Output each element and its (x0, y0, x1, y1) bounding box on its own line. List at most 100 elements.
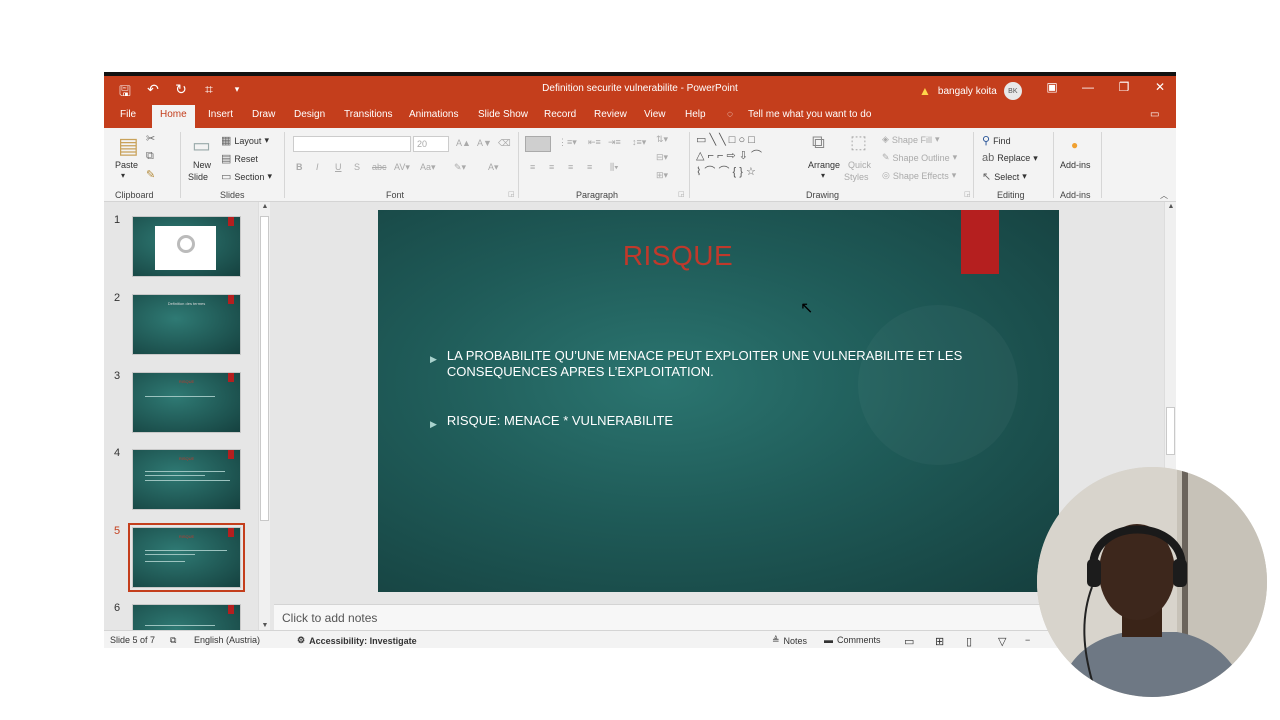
cut-icon[interactable]: ✂ (146, 132, 155, 145)
justify-icon[interactable]: ≡ (587, 162, 592, 172)
slide-thumbnail-3[interactable]: RISQUE (132, 372, 241, 433)
line-spacing-icon[interactable]: ↕≡▾ (632, 137, 646, 148)
shape-fill-button[interactable]: ◈ Shape Fill ▾ (882, 134, 939, 145)
font-dialog-launcher-icon[interactable]: ◲ (508, 190, 515, 198)
decrease-indent-icon[interactable]: ⇤≡ (588, 137, 601, 148)
slide-thumbnail-2[interactable]: Definition des termes (132, 294, 241, 355)
paragraph-dialog-launcher-icon[interactable]: ◲ (678, 190, 685, 198)
tab-draw[interactable]: Draw (252, 109, 275, 120)
accessibility-button[interactable]: ⚙ Accessibility: Investigate (297, 635, 417, 646)
addins-button[interactable]: Add-ins (1060, 160, 1091, 170)
find-button[interactable]: ⚲ Find (982, 134, 1011, 147)
new-slide-button-line2[interactable]: Slide (188, 172, 208, 182)
text-direction-icon[interactable]: ⇅▾ (656, 134, 668, 145)
arrange-button[interactable]: Arrange (808, 160, 840, 170)
arrange-dropdown-icon[interactable]: ▾ (821, 171, 825, 180)
scrollbar-thumb[interactable] (260, 216, 269, 521)
quick-styles-button[interactable]: Quick (848, 160, 871, 170)
clear-formatting-icon[interactable]: ⌫ (498, 138, 511, 149)
slide-thumbnail-4[interactable]: RISQUE (132, 449, 241, 510)
paste-dropdown-icon[interactable]: ▾ (121, 171, 125, 180)
user-account[interactable]: ▲ bangaly koita BK (919, 82, 1022, 100)
font-size-dropdown[interactable]: 20 (413, 136, 449, 152)
character-spacing-icon[interactable]: AV▾ (394, 162, 410, 173)
slide-title[interactable]: RISQUE (378, 240, 978, 272)
tab-slide-show[interactable]: Slide Show (478, 109, 528, 120)
copy-icon[interactable]: ⧉ (146, 150, 154, 163)
tab-help[interactable]: Help (685, 109, 706, 120)
select-button[interactable]: ↖ Select ▾ (982, 170, 1027, 183)
shape-effects-button[interactable]: ◎ Shape Effects ▾ (882, 170, 956, 181)
shapes-gallery[interactable]: ▭ ╲ ╲ □ ○ □ △ ⌐ ⌐ ⇨ ⇩ ⌒ ⌇ ⌒ ⌒ { } ☆ (696, 132, 803, 186)
ribbon-display-icon[interactable]: ▣ (1044, 80, 1060, 94)
zoom-out-icon[interactable]: − (1025, 635, 1030, 645)
replace-button[interactable]: ab Replace ▾ (982, 152, 1038, 164)
collapse-ribbon-icon[interactable]: ︿ (1160, 190, 1168, 201)
tell-me-search[interactable]: Tell me what you want to do (748, 109, 871, 120)
new-slide-icon[interactable]: ▭ (192, 133, 211, 158)
tab-file[interactable]: File (120, 109, 136, 120)
slide-show-icon[interactable]: ▽ (998, 635, 1006, 648)
font-color-icon[interactable]: A▾ (488, 162, 499, 173)
bullet-item[interactable]: ▶ LA PROBABILITE QU’UNE MENACE PEUT EXPL… (430, 348, 970, 380)
close-icon[interactable]: ✕ (1152, 80, 1168, 94)
font-family-dropdown[interactable] (293, 136, 411, 152)
italic-icon[interactable]: I (316, 162, 319, 172)
quick-styles-icon[interactable]: ⬚ (850, 132, 867, 153)
drawing-dialog-launcher-icon[interactable]: ◲ (964, 190, 971, 198)
slide-thumbnail-pane[interactable]: 1 2 Definition des termes 3 RISQUE 4 RIS… (104, 202, 274, 630)
bold-icon[interactable]: B (296, 162, 303, 172)
normal-view-icon[interactable]: ▭ (904, 635, 914, 648)
scrollbar-thumb[interactable] (1166, 407, 1175, 455)
align-center-icon[interactable]: ≡ (549, 162, 554, 172)
tab-animations[interactable]: Animations (409, 109, 458, 120)
align-text-icon[interactable]: ⊟▾ (656, 152, 668, 163)
scroll-up-icon[interactable]: ▲ (1165, 203, 1176, 210)
thumbnail-scrollbar[interactable]: ▲ ▼ (258, 202, 270, 630)
layout-button[interactable]: ▦ Layout ▾ (221, 134, 269, 147)
scroll-up-icon[interactable]: ▲ (259, 203, 271, 210)
notes-button[interactable]: ≜ Notes (772, 635, 807, 646)
align-left-icon[interactable]: ≡ (530, 162, 535, 172)
underline-icon[interactable]: U (335, 162, 342, 172)
tab-home[interactable]: Home (152, 105, 195, 128)
font-grow-icon[interactable]: A▲ (456, 138, 471, 148)
shadow-icon[interactable]: S (354, 162, 360, 172)
spelling-icon[interactable]: ⧉ (170, 635, 176, 646)
highlight-icon[interactable]: ✎▾ (454, 162, 466, 173)
slide-thumbnail-6[interactable] (132, 604, 241, 630)
slide-thumbnail-5-selected[interactable]: RISQUE (128, 523, 245, 592)
minimize-icon[interactable]: — (1080, 80, 1096, 94)
bullets-button[interactable] (525, 136, 551, 152)
comments-icon[interactable]: ▭ (1150, 109, 1159, 120)
reset-button[interactable]: ▤ Reset (221, 152, 258, 165)
shape-outline-button[interactable]: ✎ Shape Outline ▾ (882, 152, 957, 163)
quick-styles-button-line2[interactable]: Styles (844, 172, 869, 182)
align-right-icon[interactable]: ≡ (568, 162, 573, 172)
font-shrink-icon[interactable]: A▼ (477, 138, 492, 148)
tab-view[interactable]: View (644, 109, 666, 120)
tab-transitions[interactable]: Transitions (344, 109, 393, 120)
strikethrough-icon[interactable]: abc (372, 162, 387, 172)
paste-icon[interactable]: ▤ (118, 133, 139, 159)
section-button[interactable]: ▭ Section ▾ (221, 170, 272, 183)
change-case-icon[interactable]: Aa▾ (420, 162, 436, 173)
new-slide-button[interactable]: New (193, 160, 211, 170)
notes-pane[interactable]: Click to add notes (274, 604, 1164, 630)
warning-icon[interactable]: ▲ (919, 84, 931, 98)
tab-record[interactable]: Record (544, 109, 576, 120)
restore-icon[interactable]: ❐ (1116, 80, 1132, 94)
increase-indent-icon[interactable]: ⇥≡ (608, 137, 621, 148)
slide-thumbnail-1[interactable] (132, 216, 241, 277)
numbering-icon[interactable]: ⋮≡▾ (558, 137, 577, 148)
tab-insert[interactable]: Insert (208, 109, 233, 120)
columns-icon[interactable]: ⫼▾ (610, 162, 619, 173)
language-indicator[interactable]: English (Austria) (194, 635, 260, 645)
slide-sorter-icon[interactable]: ⊞ (935, 635, 944, 648)
reading-view-icon[interactable]: ▯ (966, 635, 972, 648)
arrange-icon[interactable]: ⧉ (812, 132, 825, 153)
smartart-icon[interactable]: ⊞▾ (656, 170, 668, 181)
comments-button[interactable]: ▬ Comments (824, 635, 881, 645)
tab-design[interactable]: Design (294, 109, 325, 120)
tab-review[interactable]: Review (594, 109, 627, 120)
